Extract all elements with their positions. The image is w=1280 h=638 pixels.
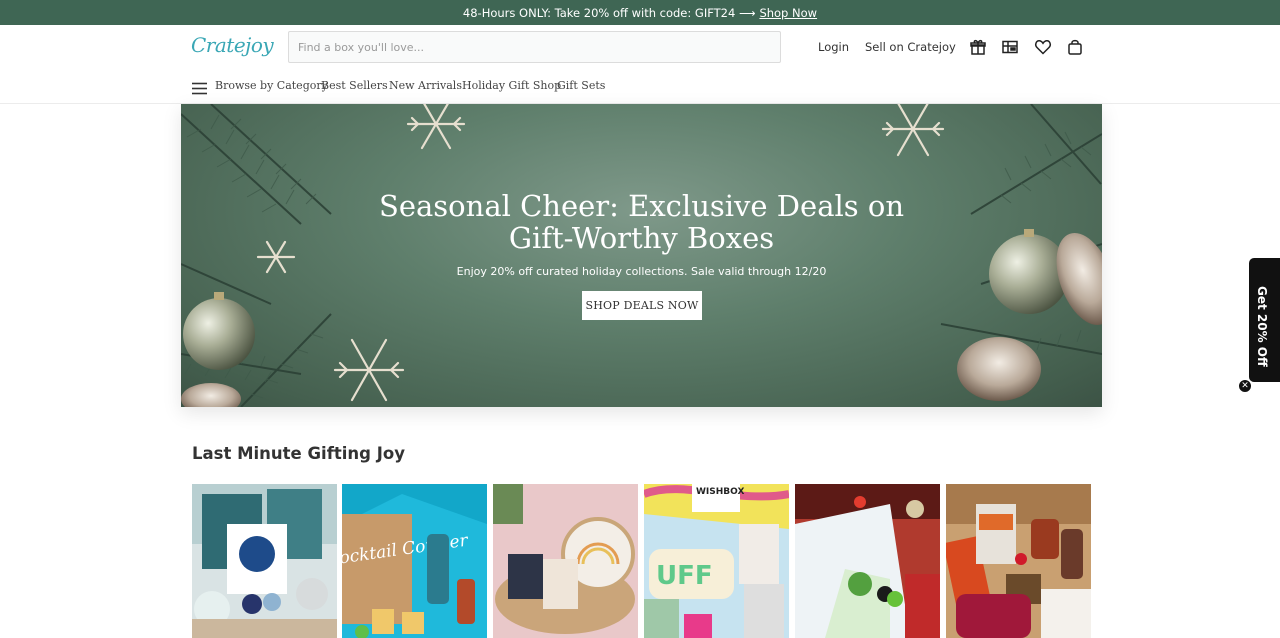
hero-banner[interactable]: Seasonal Cheer: Exclusive Deals on Gift-… — [181, 104, 1102, 407]
product-card-gourmet-spice-box[interactable] — [946, 484, 1091, 638]
search-input[interactable] — [289, 32, 780, 62]
section-title: Last Minute Gifting Joy — [192, 444, 405, 463]
product-card-cocktail-courier[interactable]: ocktail Courier — [342, 484, 487, 638]
svg-text:UFF: UFF — [656, 561, 713, 591]
shop-deals-now-button[interactable]: SHOP DEALS NOW — [582, 291, 702, 320]
product-card-holiday-ornaments[interactable] — [192, 484, 337, 638]
search-box[interactable] — [288, 31, 781, 63]
cratejoy-logo[interactable]: Cratejoy — [191, 33, 274, 57]
hero-subtitle: Enjoy 20% off curated holiday collection… — [456, 265, 827, 278]
close-icon[interactable]: ✕ — [1238, 379, 1252, 393]
nav-gift-sets[interactable]: Gift Sets — [557, 79, 605, 92]
nav-holiday-gift-shop[interactable]: Holiday Gift Shop — [462, 79, 561, 92]
product-carousel: ocktail Courier WISHBOX UFF — [192, 484, 1092, 638]
site-header: Cratejoy Login Sell on Cratejoy — [0, 25, 1280, 70]
login-link[interactable]: Login — [818, 40, 849, 54]
product-card-embroidery-kit[interactable] — [493, 484, 638, 638]
menu-icon[interactable] — [192, 80, 207, 95]
heart-icon[interactable] — [1034, 38, 1052, 56]
hero-decoration — [181, 104, 1102, 407]
nav-new-arrivals[interactable]: New Arrivals — [389, 79, 462, 92]
promo-text: 48-Hours ONLY: Take 20% off with code: G… — [462, 5, 756, 20]
product-card-kids-activity-box[interactable] — [795, 484, 940, 638]
shop-now-link[interactable]: Shop Now — [759, 6, 817, 20]
promo-banner: 48-Hours ONLY: Take 20% off with code: G… — [0, 0, 1280, 25]
side-tab-label: Get 20% Off — [1255, 286, 1269, 367]
gift-card-icon[interactable] — [1001, 38, 1019, 56]
hero-title-line-2: Gift-Worthy Boxes — [508, 221, 775, 255]
category-nav: Browse by Category Best Sellers New Arri… — [0, 70, 1280, 104]
shopping-bag-icon[interactable] — [1066, 38, 1084, 56]
hero-title: Seasonal Cheer: Exclusive Deals on Gift-… — [181, 190, 1102, 254]
get-20-off-tab[interactable]: Get 20% Off — [1249, 258, 1280, 382]
sell-on-cratejoy-link[interactable]: Sell on Cratejoy — [865, 40, 956, 54]
gift-icon[interactable] — [969, 38, 987, 56]
product-card-wishbox[interactable]: WISHBOX UFF — [644, 484, 789, 638]
wishbox-text: WISHBOX — [696, 487, 744, 497]
nav-best-sellers[interactable]: Best Sellers — [321, 79, 388, 92]
hero-title-line-1: Seasonal Cheer: Exclusive Deals on — [378, 189, 905, 223]
nav-browse-by-category[interactable]: Browse by Category — [215, 79, 328, 92]
